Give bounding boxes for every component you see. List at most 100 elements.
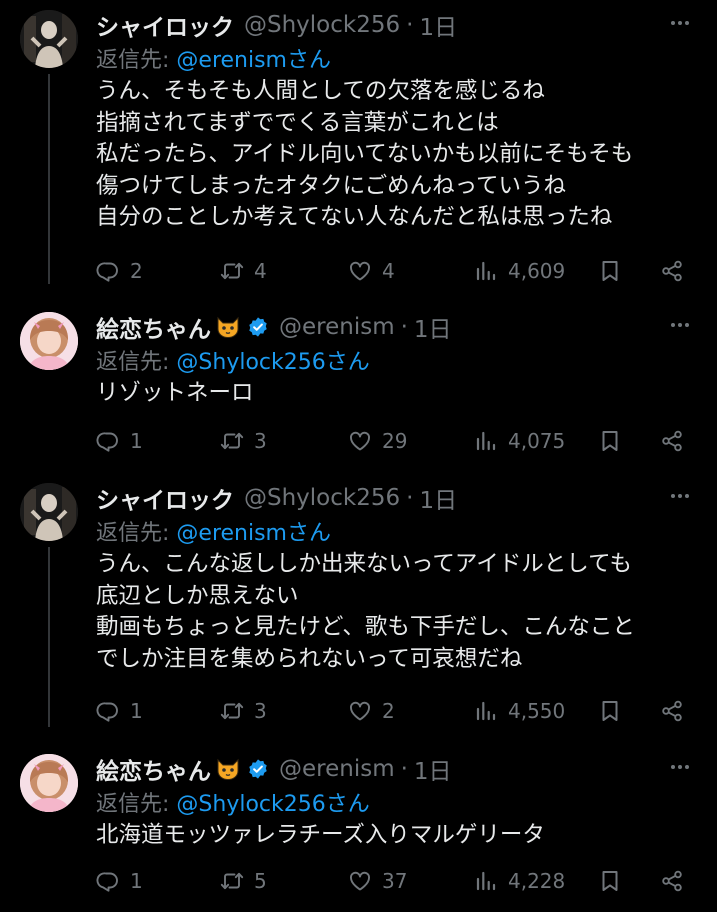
share-button[interactable] xyxy=(660,866,684,896)
avatar[interactable] xyxy=(20,483,78,541)
view-count: 4,609 xyxy=(508,259,566,283)
verified-badge-icon[interactable] xyxy=(247,758,269,780)
action-bar: 1 3 2 4,550 xyxy=(96,696,695,726)
text-line: 指摘されてまずででくる言葉がこれとは xyxy=(96,109,499,136)
views-icon xyxy=(474,699,498,723)
bookmark-button[interactable] xyxy=(598,426,622,456)
retweet-button[interactable]: 5 xyxy=(220,866,267,896)
separator-dot: · xyxy=(406,485,414,511)
cat-emoji-icon xyxy=(215,757,241,781)
tweet-header: シャイロック @Shylock256 · 1日 xyxy=(96,8,457,42)
reply-count: 1 xyxy=(130,699,143,723)
reply-button[interactable]: 1 xyxy=(96,866,143,896)
author-handle[interactable]: @Shylock256 xyxy=(244,485,400,511)
tweet-text: うん、そもそも人間としての欠落を感じるね 指摘されてまずででくる言葉がこれとは … xyxy=(96,76,633,234)
views-icon xyxy=(474,429,498,453)
more-icon[interactable] xyxy=(665,756,695,778)
share-button[interactable] xyxy=(660,256,684,286)
reply-icon xyxy=(96,259,120,283)
reply-button[interactable]: 1 xyxy=(96,696,143,726)
timestamp[interactable]: 1日 xyxy=(414,310,452,344)
reply-prefix: 返信先: xyxy=(96,521,177,546)
avatar[interactable] xyxy=(20,10,78,68)
cat-emoji-icon xyxy=(215,315,241,339)
author-name[interactable]: シャイロック xyxy=(96,8,234,42)
retweet-button[interactable]: 3 xyxy=(220,426,267,456)
like-icon xyxy=(348,259,372,283)
text-line: 動画もちょっと見たけど、歌も下手だし、こんなこと xyxy=(96,614,635,640)
like-button[interactable]: 4 xyxy=(348,256,395,286)
reply-count: 1 xyxy=(130,429,143,453)
like-button[interactable]: 29 xyxy=(348,426,407,456)
reply-prefix: 返信先: xyxy=(96,792,177,817)
reply-count: 1 xyxy=(130,869,143,893)
text-line: でしか注目を集められないって可哀想だね xyxy=(96,645,523,672)
reply-icon xyxy=(96,429,120,453)
reply-mention-link[interactable]: @Shylock256さん xyxy=(176,792,369,817)
timestamp[interactable]: 1日 xyxy=(419,8,457,42)
author-name[interactable]: シャイロック xyxy=(96,481,234,515)
author-handle[interactable]: @Shylock256 xyxy=(244,12,400,38)
separator-dot: · xyxy=(400,314,408,340)
tweet-text: 北海道モッツァレラチーズ入りマルゲリータ xyxy=(96,820,545,852)
separator-dot: · xyxy=(406,12,414,38)
retweet-icon xyxy=(220,429,244,453)
retweet-count: 3 xyxy=(254,699,267,723)
share-icon xyxy=(660,429,684,453)
share-button[interactable] xyxy=(660,426,684,456)
like-button[interactable]: 2 xyxy=(348,696,395,726)
text-line: 自分のことしか考えてない人なんだと私は思ったね xyxy=(96,204,613,230)
action-bar: 2 4 4 4,609 xyxy=(96,256,695,286)
more-icon[interactable] xyxy=(665,485,695,507)
timestamp[interactable]: 1日 xyxy=(414,752,452,786)
verified-badge-icon[interactable] xyxy=(247,316,269,338)
reply-mention-link[interactable]: @erenismさん xyxy=(176,521,331,546)
reply-button[interactable]: 2 xyxy=(96,256,143,286)
avatar[interactable] xyxy=(20,312,78,370)
like-button[interactable]: 37 xyxy=(348,866,407,896)
views-button[interactable]: 4,609 xyxy=(474,256,565,286)
tweet-text: うん、こんな返ししか出来ないってアイドルとしても 底辺としか思えない 動画もちょ… xyxy=(96,549,635,675)
bookmark-icon xyxy=(598,259,622,283)
tweet-text: リゾットネーロ xyxy=(96,378,254,410)
thread-line xyxy=(48,74,50,284)
views-button[interactable]: 4,228 xyxy=(474,866,565,896)
reply-mention-link[interactable]: @erenismさん xyxy=(176,48,331,73)
more-icon[interactable] xyxy=(665,12,695,34)
bookmark-icon xyxy=(598,699,622,723)
reply-button[interactable]: 1 xyxy=(96,426,143,456)
avatar[interactable] xyxy=(20,754,78,812)
like-count: 29 xyxy=(382,429,408,453)
views-button[interactable]: 4,075 xyxy=(474,426,565,456)
author-handle[interactable]: @erenism xyxy=(279,314,395,340)
author-name[interactable]: 絵恋ちゃん xyxy=(96,310,211,344)
timestamp[interactable]: 1日 xyxy=(419,481,457,515)
reply-context: 返信先: @erenismさん xyxy=(96,42,331,74)
bookmark-button[interactable] xyxy=(598,256,622,286)
bookmark-button[interactable] xyxy=(598,696,622,726)
text-line: うん、そもそも人間としての欠落を感じるね xyxy=(96,78,545,104)
retweet-button[interactable]: 4 xyxy=(220,256,267,286)
retweet-button[interactable]: 3 xyxy=(220,696,267,726)
reply-prefix: 返信先: xyxy=(96,48,177,73)
reply-icon xyxy=(96,699,120,723)
text-line: うん、こんな返ししか出来ないってアイドルとしても xyxy=(96,551,632,577)
retweet-count: 4 xyxy=(254,259,267,283)
tweet-header: シャイロック @Shylock256 · 1日 xyxy=(96,481,457,515)
reply-context: 返信先: @erenismさん xyxy=(96,515,331,547)
share-button[interactable] xyxy=(660,696,684,726)
reply-context: 返信先: @Shylock256さん xyxy=(96,344,370,376)
author-handle[interactable]: @erenism xyxy=(279,756,395,782)
retweet-count: 3 xyxy=(254,429,267,453)
bookmark-button[interactable] xyxy=(598,866,622,896)
action-bar: 1 3 29 4,075 xyxy=(96,426,695,456)
retweet-icon xyxy=(220,699,244,723)
bookmark-icon xyxy=(598,869,622,893)
reply-mention-link[interactable]: @Shylock256さん xyxy=(176,350,369,375)
like-count: 37 xyxy=(382,869,408,893)
author-name[interactable]: 絵恋ちゃん xyxy=(96,752,211,786)
views-button[interactable]: 4,550 xyxy=(474,696,565,726)
separator-dot: · xyxy=(400,756,408,782)
more-icon[interactable] xyxy=(665,314,695,336)
retweet-count: 5 xyxy=(254,869,267,893)
